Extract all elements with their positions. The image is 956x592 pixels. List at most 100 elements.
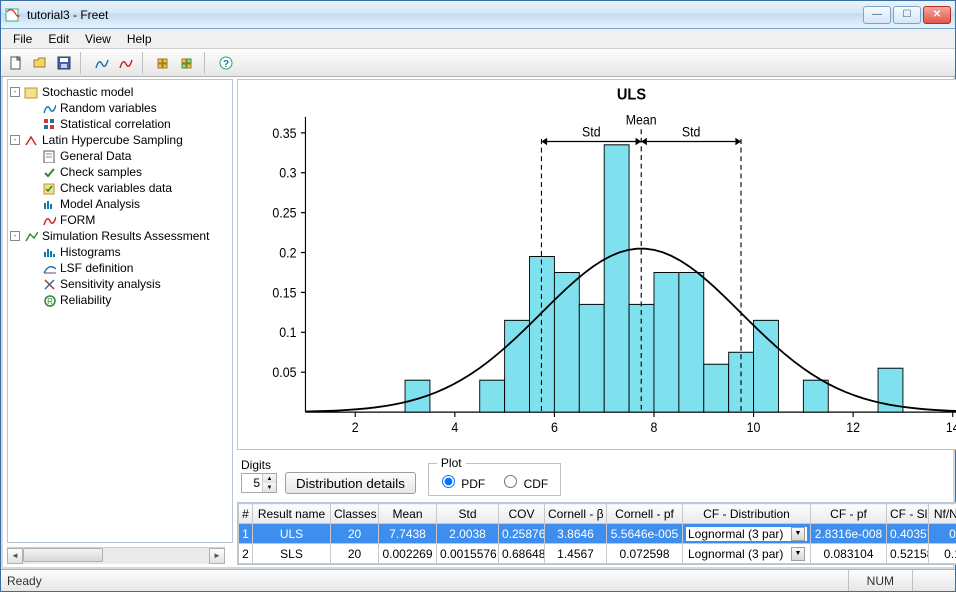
grid-cell[interactable]: 0.68648	[499, 544, 545, 564]
grid-a-button[interactable]	[153, 52, 175, 74]
grid-header[interactable]: Mean	[379, 504, 437, 524]
tree-label: Model Analysis	[60, 197, 140, 211]
tree-node[interactable]: -Latin Hypercube Sampling	[10, 132, 230, 148]
tree-label: Check samples	[60, 165, 142, 179]
run-sim-button[interactable]	[91, 52, 113, 74]
tree-toggle-icon[interactable]: -	[10, 231, 20, 241]
digits-up-icon[interactable]: ▲	[262, 474, 276, 483]
menu-edit[interactable]: Edit	[40, 30, 77, 48]
scroll-thumb[interactable]	[23, 548, 103, 562]
tree-child[interactable]: Model Analysis	[10, 196, 230, 212]
save-file-button[interactable]	[53, 52, 75, 74]
grid-cell[interactable]: 0.002269	[379, 544, 437, 564]
grid-header[interactable]: CF - Distribution	[683, 504, 811, 524]
tree-child[interactable]: Check samples	[10, 164, 230, 180]
digits-spinner[interactable]: ▲ ▼	[241, 473, 277, 493]
grid-cell[interactable]: 0.40357	[887, 524, 929, 544]
tree-node[interactable]: -Simulation Results Assessment	[10, 228, 230, 244]
grid-cell[interactable]: 2.8316e-008	[811, 524, 887, 544]
scroll-right-icon[interactable]: ►	[209, 548, 225, 564]
distribution-details-button[interactable]: Distribution details	[285, 472, 416, 494]
grid-header[interactable]: Cornell - pf	[607, 504, 683, 524]
digits-down-icon[interactable]: ▼	[262, 483, 276, 492]
new-file-button[interactable]	[5, 52, 27, 74]
grid-cell[interactable]: 0	[929, 524, 956, 544]
grid-cell[interactable]: 20	[331, 544, 379, 564]
tree-hscrollbar[interactable]: ◄ ►	[7, 547, 225, 563]
tree-child[interactable]: LSF definition	[10, 260, 230, 276]
client-area: -Stochastic modelRandom variablesStatist…	[1, 77, 955, 569]
scroll-left-icon[interactable]: ◄	[7, 548, 23, 564]
grid-header[interactable]: Nf/Ntot	[929, 504, 956, 524]
svg-text:0.05: 0.05	[272, 365, 296, 381]
tree-toggle-icon[interactable]: -	[10, 87, 20, 97]
svg-text:6: 6	[551, 419, 558, 435]
distribution-dropdown[interactable]: Lognormal (3 par)▼	[686, 547, 807, 561]
maximize-button[interactable]: ☐	[893, 6, 921, 24]
distribution-dropdown[interactable]: Lognormal (3 par)▼	[686, 527, 807, 541]
chevron-down-icon[interactable]: ▼	[791, 547, 805, 561]
grid-cell[interactable]: 1.4567	[545, 544, 607, 564]
grid-cell[interactable]: Lognormal (3 par)▼	[683, 524, 811, 544]
svg-text:0.35: 0.35	[272, 125, 296, 141]
menu-view[interactable]: View	[77, 30, 119, 48]
form-icon	[42, 213, 56, 227]
grid-cell[interactable]: 1	[239, 524, 253, 544]
grid-header[interactable]: Result name	[253, 504, 331, 524]
tree-child[interactable]: Statistical correlation	[10, 116, 230, 132]
grid-cell[interactable]: 5.5646e-005	[607, 524, 683, 544]
tree-toggle-icon[interactable]: -	[10, 135, 20, 145]
menubar: File Edit View Help	[1, 29, 955, 49]
tree-child[interactable]: Check variables data	[10, 180, 230, 196]
minimize-button[interactable]: —	[863, 6, 891, 24]
tree-child[interactable]: FORM	[10, 212, 230, 228]
run-analysis-button[interactable]	[115, 52, 137, 74]
grid-cell[interactable]: 2	[239, 544, 253, 564]
grid-b-button[interactable]	[177, 52, 199, 74]
tree-pane[interactable]: -Stochastic modelRandom variablesStatist…	[7, 79, 233, 543]
tree-label: Histograms	[60, 245, 121, 259]
tree-child[interactable]: RReliability	[10, 292, 230, 308]
grid-cell[interactable]: SLS	[253, 544, 331, 564]
cdf-radio[interactable]: CDF	[499, 472, 548, 491]
grid-cell[interactable]: ULS	[253, 524, 331, 544]
tree-label: Check variables data	[60, 181, 172, 195]
menu-help[interactable]: Help	[119, 30, 160, 48]
grid-cell[interactable]: 2.0038	[437, 524, 499, 544]
table-row[interactable]: 1ULS207.74382.00380.258763.86465.5646e-0…	[239, 524, 956, 544]
tree-child[interactable]: Histograms	[10, 244, 230, 260]
grid-header[interactable]: Cornell - β	[545, 504, 607, 524]
grid-cell[interactable]: 0.25876	[499, 524, 545, 544]
window-title: tutorial3 - Freet	[27, 8, 863, 22]
tree-label: General Data	[60, 149, 131, 163]
scroll-track[interactable]	[23, 548, 209, 564]
results-grid[interactable]: #Result nameClassesMeanStdCOVCornell - β…	[237, 502, 956, 565]
help-button[interactable]: ?	[215, 52, 237, 74]
open-file-button[interactable]	[29, 52, 51, 74]
tree-node[interactable]: -Stochastic model	[10, 84, 230, 100]
grid-header[interactable]: Classes	[331, 504, 379, 524]
chevron-down-icon[interactable]: ▼	[791, 527, 805, 541]
grid-cell[interactable]: 3.8646	[545, 524, 607, 544]
grid-cell[interactable]: 0.1	[929, 544, 956, 564]
grid-cell[interactable]: 0.072598	[607, 544, 683, 564]
grid-header[interactable]: COV	[499, 504, 545, 524]
grid-cell[interactable]: 0.083104	[811, 544, 887, 564]
grid-header[interactable]: Std	[437, 504, 499, 524]
grid-cell[interactable]: 7.7438	[379, 524, 437, 544]
tree-child[interactable]: Sensitivity analysis	[10, 276, 230, 292]
menu-file[interactable]: File	[5, 30, 40, 48]
grid-cell[interactable]: 0.52158	[887, 544, 929, 564]
grid-cell[interactable]: 20	[331, 524, 379, 544]
grid-cell[interactable]: 0.0015576	[437, 544, 499, 564]
tree-child[interactable]: Random variables	[10, 100, 230, 116]
digits-input[interactable]	[242, 474, 262, 492]
grid-header[interactable]: CF - Sl	[887, 504, 929, 524]
table-row[interactable]: 2SLS200.0022690.00155760.686481.45670.07…	[239, 544, 956, 564]
grid-cell[interactable]: Lognormal (3 par)▼	[683, 544, 811, 564]
tree-child[interactable]: General Data	[10, 148, 230, 164]
close-button[interactable]: ✕	[923, 6, 951, 24]
pdf-radio[interactable]: PDF	[437, 472, 485, 491]
grid-header[interactable]: CF - pf	[811, 504, 887, 524]
grid-header[interactable]: #	[239, 504, 253, 524]
